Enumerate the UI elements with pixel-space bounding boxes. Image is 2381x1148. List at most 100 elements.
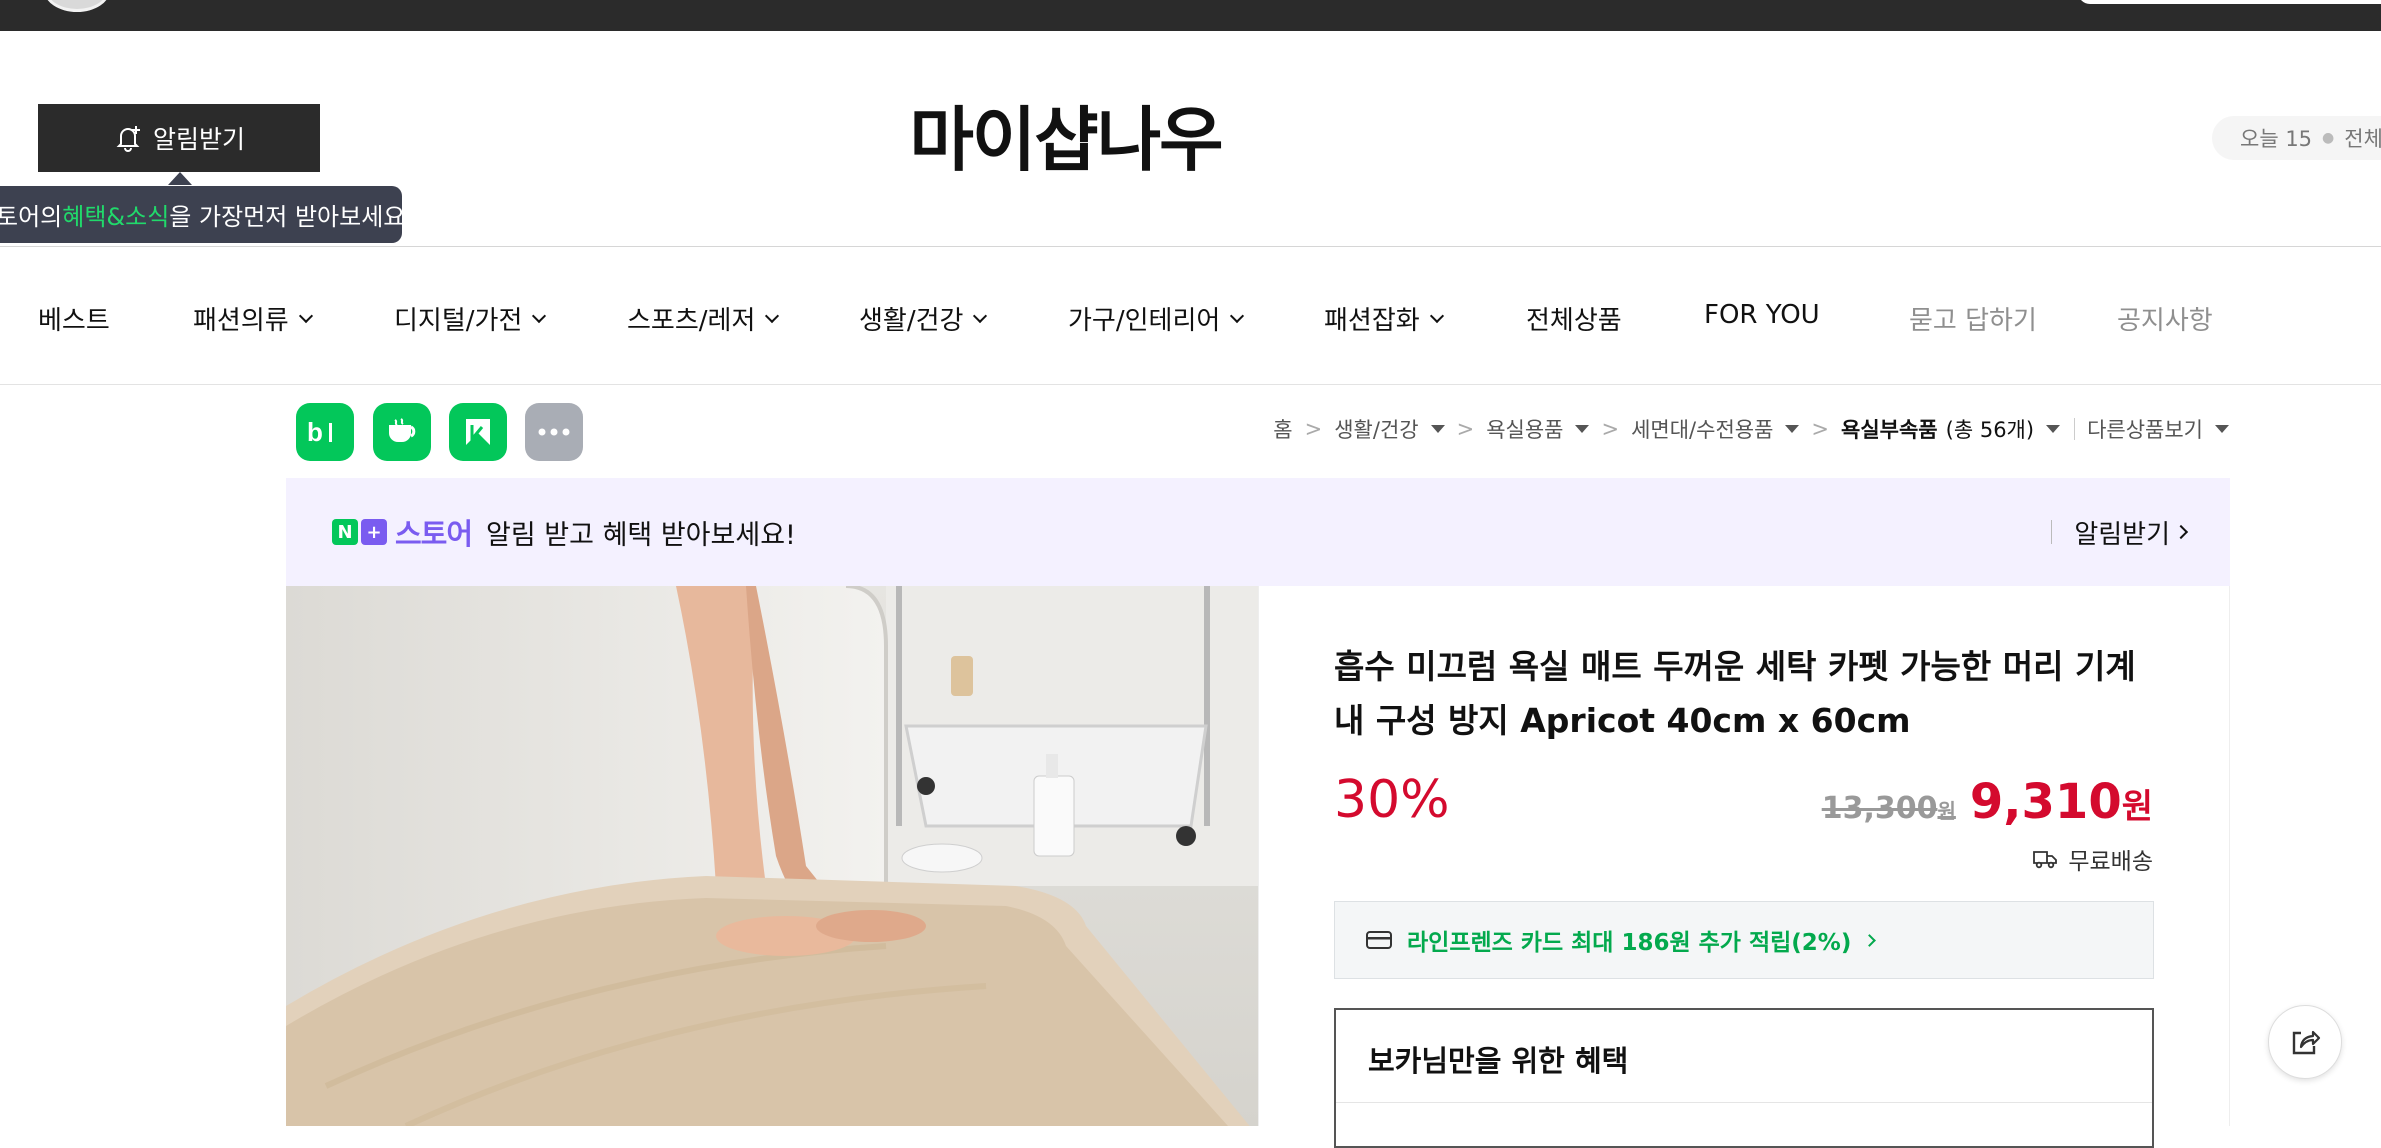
banner-action-label: 알림받기	[2074, 519, 2170, 550]
crumb-label: 다른상품보기	[2087, 418, 2203, 442]
store-name[interactable]: 마이샵나우	[910, 99, 1224, 181]
caret-down-icon	[2215, 425, 2229, 433]
subscribe-tooltip: 토어의 혜택&소식 을 가장먼저 받아보세요!	[0, 186, 415, 243]
nav-label: 공지사항	[2117, 306, 2213, 336]
credit-card-icon	[1366, 931, 1392, 949]
nav-label: 패션의류	[193, 306, 289, 336]
k-glyph	[466, 419, 490, 445]
crumb-count: (총 56개)	[1945, 418, 2035, 442]
discount-rate: 30%	[1334, 770, 1450, 830]
price-row: 13,300원 9,310원	[1822, 774, 2153, 830]
plus-badge: +	[361, 519, 387, 545]
cafe-cup-glyph	[389, 418, 416, 442]
banner-store-word: 스토어	[395, 517, 473, 551]
original-price: 13,300원	[1822, 791, 1956, 826]
breadcrumb-current[interactable]: 욕실부속품 (총 56개)	[1841, 414, 2061, 444]
chevron-down-icon	[298, 308, 313, 323]
other-products-dropdown[interactable]: 다른상품보기	[2087, 414, 2229, 444]
visit-counter: 오늘 15 ● 전체	[2212, 116, 2381, 160]
shipping-info: 무료배송	[2032, 842, 2153, 876]
nav-best[interactable]: 베스트	[38, 300, 110, 337]
crumb-label: 세면대/수전용품	[1631, 418, 1774, 442]
top-bar	[0, 0, 2381, 31]
visits-total: 전체	[2344, 127, 2381, 151]
nav-all-products[interactable]: 전체상품	[1526, 300, 1622, 337]
nav-label: 생활/건강	[859, 306, 964, 336]
n-plus-logo: N +	[332, 519, 387, 545]
caret-down-icon	[1785, 425, 1800, 433]
nav-label: 디지털/가전	[394, 306, 523, 336]
share-button[interactable]	[2268, 1005, 2342, 1079]
breadcrumb-separator: >	[1601, 417, 1620, 441]
breadcrumb-living[interactable]: 생활/건강	[1334, 414, 1445, 444]
avatar[interactable]	[44, 0, 110, 12]
crumb-label: 욕실부속품	[1841, 418, 1938, 442]
share-icon	[2292, 1030, 2321, 1055]
card-benefit-link[interactable]: 라인프렌즈 카드 최대 186원 추가 적립(2%)	[1334, 901, 2154, 979]
nav-label: 묻고 답하기	[1909, 306, 2037, 336]
cafe-icon[interactable]	[373, 403, 431, 461]
search-box[interactable]	[2078, 0, 2381, 4]
sale-price: 9,310원	[1970, 774, 2153, 830]
banner-divider	[2051, 520, 2053, 544]
svg-text:b: b	[307, 417, 323, 447]
kakao-k-icon[interactable]	[449, 403, 507, 461]
breadcrumb: 홈 > 생활/건강 > 욕실용품 > 세면대/수전용품 > 욕실부속품 (총 56…	[1273, 414, 2229, 444]
blog-icon[interactable]: b	[296, 403, 354, 461]
more-icon[interactable]	[525, 403, 583, 461]
caret-down-icon	[1575, 425, 1590, 433]
visits-today: 오늘 15	[2240, 127, 2313, 151]
breadcrumb-divider	[2074, 418, 2076, 440]
nav-sports[interactable]: 스포츠/레저	[627, 300, 780, 337]
crumb-label: 생활/건강	[1334, 418, 1419, 442]
nav-fashion-clothing[interactable]: 패션의류	[193, 300, 313, 337]
sale-price-value: 9,310	[1969, 774, 2122, 830]
nav-digital[interactable]: 디지털/가전	[394, 300, 547, 337]
product-title: 흡수 미끄럼 욕실 매트 두꺼운 세탁 카펫 가능한 머리 기계 내 구성 방지…	[1334, 647, 2136, 740]
nav-for-you[interactable]: FOR YOU	[1704, 300, 1820, 330]
product-image[interactable]	[286, 586, 1258, 1126]
chevron-right-icon	[1863, 933, 1877, 947]
breadcrumb-separator: >	[1456, 417, 1475, 441]
chevron-down-icon	[532, 308, 547, 323]
nav-label: 베스트	[38, 306, 110, 336]
member-benefit-box: 보카님만을 위한 혜택	[1334, 1008, 2154, 1148]
dot-separator: ●	[2322, 130, 2335, 146]
breadcrumb-faucet[interactable]: 세면대/수전용품	[1631, 414, 1800, 444]
original-price-unit: 원	[1937, 799, 1956, 823]
n-badge: N	[332, 519, 358, 545]
nav-furniture[interactable]: 가구/인테리어	[1068, 300, 1245, 337]
truck-icon	[2033, 851, 2058, 869]
crumb-label: 욕실용품	[1486, 418, 1564, 442]
caret-down-icon	[2046, 425, 2061, 433]
chevron-right-icon	[2173, 524, 2189, 540]
breadcrumb-separator: >	[1811, 417, 1830, 441]
ellipsis-glyph	[538, 428, 570, 436]
nav-label: 패션잡화	[1324, 306, 1420, 336]
chevron-down-icon	[1230, 308, 1245, 323]
tooltip-highlight: 혜택&소식	[62, 203, 170, 231]
blog-glyph: b	[307, 417, 332, 447]
store-title: 마이샵나우	[0, 84, 2381, 185]
chevron-down-icon	[765, 308, 780, 323]
nav-qna[interactable]: 묻고 답하기	[1909, 300, 2037, 337]
nav-fashion-goods[interactable]: 패션잡화	[1324, 300, 1444, 337]
category-nav: 베스트 패션의류 디지털/가전 스포츠/레저 생활/건강 가구/인테리어 패션잡…	[0, 288, 2381, 344]
notify-banner: N + 스토어 알림 받고 혜택 받아보세요! 알림받기	[286, 478, 2230, 586]
sale-price-unit: 원	[2121, 787, 2153, 827]
banner-message: 알림 받고 혜택 받아보세요!	[486, 519, 796, 551]
nav-label: FOR YOU	[1704, 300, 1820, 330]
tooltip-suffix: 을 가장먼저 받아보세요!	[169, 203, 415, 231]
benefit-title: 보카님만을 위한 혜택	[1368, 1044, 1629, 1078]
nav-living[interactable]: 생활/건강	[859, 300, 988, 337]
breadcrumb-bathroom[interactable]: 욕실용품	[1486, 414, 1590, 444]
banner-subscribe-link[interactable]: 알림받기	[2051, 514, 2189, 551]
caret-down-icon	[1430, 425, 1445, 433]
chevron-down-icon	[1429, 308, 1444, 323]
breadcrumb-separator: >	[1304, 417, 1323, 441]
nav-divider	[0, 384, 2381, 385]
breadcrumb-home[interactable]: 홈	[1273, 414, 1292, 444]
nav-notice[interactable]: 공지사항	[2117, 300, 2213, 337]
nav-label: 스포츠/레저	[627, 306, 756, 336]
shipping-label: 무료배송	[2068, 849, 2153, 875]
